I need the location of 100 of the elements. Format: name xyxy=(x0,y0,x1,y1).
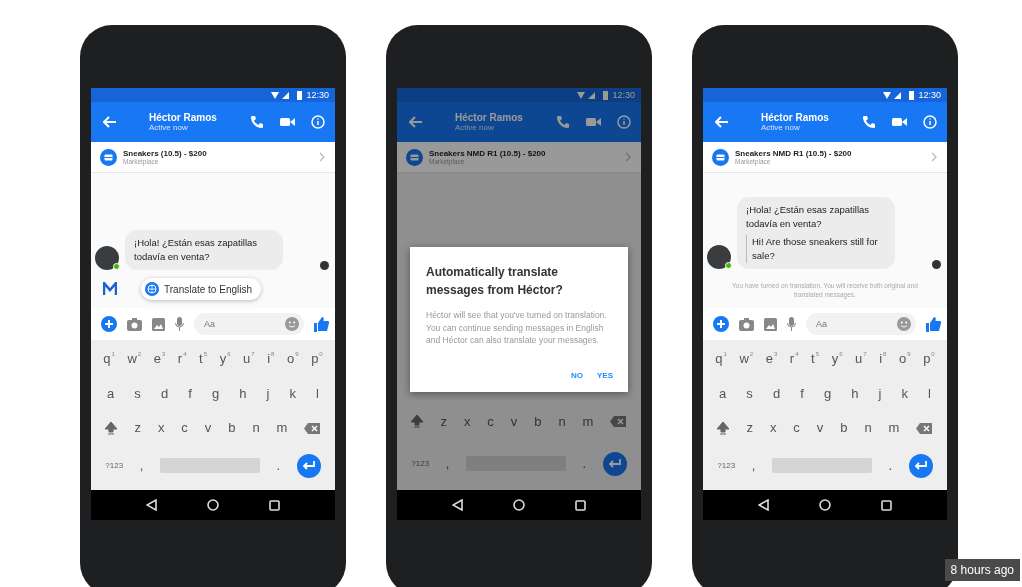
keyboard-key[interactable]: i$^{8}$ xyxy=(879,350,887,369)
keyboard-key[interactable]: r$^{4}$ xyxy=(177,350,187,369)
keyboard-key[interactable]: b xyxy=(228,419,236,438)
image-icon[interactable] xyxy=(152,317,165,331)
keyboard-key[interactable]: v xyxy=(816,419,824,438)
keyboard-key[interactable]: p$^{0}$ xyxy=(311,350,323,369)
keyboard-key[interactable]: z xyxy=(440,412,447,431)
keyboard-key[interactable]: n xyxy=(558,412,566,431)
keyboard-key[interactable]: h xyxy=(851,384,859,403)
phone-icon[interactable] xyxy=(250,115,264,129)
thumbs-up-icon[interactable] xyxy=(314,316,329,332)
keyboard-key[interactable]: a xyxy=(107,384,115,403)
shift-icon[interactable] xyxy=(717,421,730,435)
image-icon[interactable] xyxy=(764,317,777,331)
keyboard-key[interactable]: k xyxy=(901,384,908,403)
keyboard-key[interactable]: v xyxy=(510,412,518,431)
emoji-icon[interactable] xyxy=(285,317,299,331)
keyboard-key[interactable]: z xyxy=(746,419,753,438)
keyboard-key[interactable]: m xyxy=(582,412,594,431)
keyboard-key[interactable]: g xyxy=(823,384,832,403)
back-icon[interactable] xyxy=(146,499,157,511)
keyboard-key[interactable]: l xyxy=(928,384,931,403)
dialog-button[interactable]: YES xyxy=(594,369,616,382)
video-camera-icon[interactable] xyxy=(892,117,907,127)
thumbs-up-icon[interactable] xyxy=(926,316,941,332)
keyboard-key[interactable]: c xyxy=(793,419,800,438)
recents-icon[interactable] xyxy=(881,499,892,511)
keyboard-key[interactable]: q$^{1}$ xyxy=(103,350,115,369)
back-arrow-icon[interactable] xyxy=(409,116,423,128)
keyboard-key[interactable]: t$^{5}$ xyxy=(199,350,208,369)
keyboard-key[interactable]: p$^{0}$ xyxy=(923,350,935,369)
keyboard-key[interactable]: o$^{9}$ xyxy=(899,350,911,369)
keyboard-key[interactable]: d xyxy=(772,384,781,403)
keyboard-key[interactable]: t$^{5}$ xyxy=(811,350,820,369)
keyboard-key[interactable]: u$^{7}$ xyxy=(855,350,867,369)
home-icon[interactable] xyxy=(819,499,831,511)
info-icon[interactable] xyxy=(311,115,325,129)
keyboard-key[interactable]: f xyxy=(188,384,192,403)
keyboard-key[interactable]: z xyxy=(134,419,141,438)
back-arrow-icon[interactable] xyxy=(715,116,729,128)
symbols-key[interactable]: ?123 xyxy=(105,461,124,471)
keyboard-key[interactable]: x xyxy=(463,412,471,431)
keyboard-key[interactable]: k xyxy=(289,384,296,403)
keyboard-key[interactable]: l xyxy=(316,384,319,403)
keyboard-key[interactable]: j xyxy=(878,384,882,403)
shift-icon[interactable] xyxy=(105,421,118,435)
backspace-icon[interactable] xyxy=(610,416,627,427)
keyboard-key[interactable]: s xyxy=(134,384,141,403)
keyboard-key[interactable]: w$^{2}$ xyxy=(127,350,142,369)
recents-icon[interactable] xyxy=(575,499,586,511)
keyboard-key[interactable]: x xyxy=(769,419,777,438)
keyboard-key[interactable]: w$^{2}$ xyxy=(739,350,754,369)
microphone-icon[interactable] xyxy=(787,317,796,331)
back-icon[interactable] xyxy=(758,499,769,511)
keyboard-key[interactable]: e$^{3}$ xyxy=(153,350,166,369)
keyboard-key[interactable]: m xyxy=(276,419,288,438)
emoji-icon[interactable] xyxy=(897,317,911,331)
translate-button[interactable]: Translate to English xyxy=(141,278,261,300)
message-input-field[interactable]: Aa xyxy=(806,313,916,335)
keyboard-key[interactable]: a xyxy=(719,384,727,403)
keyboard-key[interactable]: c xyxy=(181,419,188,438)
keyboard-key[interactable]: d xyxy=(160,384,169,403)
period-key[interactable]: . xyxy=(888,456,893,475)
backspace-icon[interactable] xyxy=(304,422,321,434)
video-camera-icon[interactable] xyxy=(280,117,295,127)
keyboard-key[interactable]: s xyxy=(746,384,753,403)
keyboard-key[interactable]: x xyxy=(157,419,165,438)
microphone-icon[interactable] xyxy=(175,317,184,331)
keyboard-key[interactable]: u$^{7}$ xyxy=(243,350,255,369)
recents-icon[interactable] xyxy=(269,499,280,511)
keyboard-key[interactable]: e$^{3}$ xyxy=(765,350,778,369)
keyboard-key[interactable]: v xyxy=(204,419,212,438)
keyboard-key[interactable]: b xyxy=(840,419,848,438)
info-icon[interactable] xyxy=(617,115,631,129)
keyboard-key[interactable]: n xyxy=(252,419,260,438)
home-icon[interactable] xyxy=(207,499,219,511)
shift-icon[interactable] xyxy=(411,415,424,428)
keyboard-key[interactable]: j xyxy=(266,384,270,403)
camera-icon[interactable] xyxy=(739,317,754,331)
symbols-key[interactable]: ?123 xyxy=(411,459,430,468)
keyboard-key[interactable]: y$^{6}$ xyxy=(831,350,843,369)
phone-icon[interactable] xyxy=(862,115,876,129)
video-camera-icon[interactable] xyxy=(586,117,601,127)
keyboard-key[interactable]: i$^{8}$ xyxy=(267,350,275,369)
keyboard-key[interactable]: b xyxy=(534,412,542,431)
period-key[interactable]: . xyxy=(582,454,587,473)
keyboard-key[interactable]: c xyxy=(487,412,494,431)
comma-key[interactable]: , xyxy=(445,454,450,473)
back-icon[interactable] xyxy=(452,499,463,511)
enter-icon[interactable] xyxy=(908,453,933,478)
keyboard-key[interactable]: r$^{4}$ xyxy=(789,350,799,369)
keyboard-key[interactable]: o$^{9}$ xyxy=(287,350,299,369)
info-icon[interactable] xyxy=(923,115,937,129)
home-icon[interactable] xyxy=(513,499,525,511)
message-input-field[interactable]: Aa xyxy=(194,313,304,335)
phone-icon[interactable] xyxy=(556,115,570,129)
comma-key[interactable]: , xyxy=(139,456,144,475)
keyboard-key[interactable]: h xyxy=(239,384,247,403)
symbols-key[interactable]: ?123 xyxy=(717,461,736,471)
dialog-button[interactable]: NO xyxy=(568,369,586,382)
